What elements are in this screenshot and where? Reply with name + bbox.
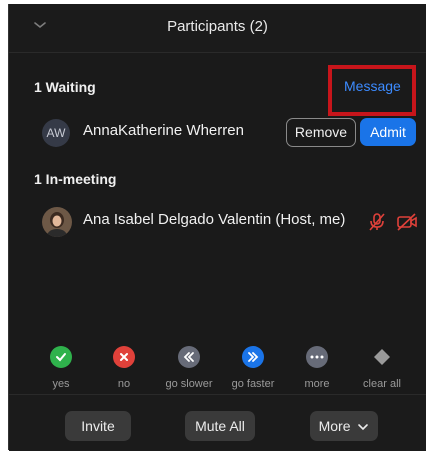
more-button[interactable]: More (310, 411, 378, 441)
participant-name: Ana Isabel Delgado Valentin (Host, me) (83, 211, 346, 228)
chevron-down-icon (358, 424, 369, 431)
panel-footer: Invite Mute All More (9, 394, 426, 451)
reaction-go-slower[interactable]: go slower (154, 346, 224, 390)
admit-button[interactable]: Admit (360, 118, 416, 146)
mute-all-button[interactable]: Mute All (185, 411, 255, 441)
participants-panel: Participants (2) 1 Waiting Message AW An… (8, 4, 426, 451)
panel-title: Participants (2) (167, 18, 268, 35)
ellipsis-icon (306, 346, 328, 368)
avatar: AW (42, 119, 70, 147)
reaction-clear-all[interactable]: clear all (347, 346, 417, 390)
more-button-label: More (318, 418, 351, 434)
video-off-icon[interactable] (396, 212, 418, 232)
reaction-label: no (117, 378, 131, 390)
reaction-label: go slower (165, 378, 213, 390)
invite-button[interactable]: Invite (65, 411, 131, 441)
waiting-section-label: 1 Waiting (34, 79, 96, 95)
avatar (42, 207, 72, 237)
reaction-more[interactable]: more (282, 346, 352, 390)
fast-forward-icon (242, 346, 264, 368)
reaction-yes[interactable]: yes (26, 346, 96, 390)
message-link[interactable]: Message (344, 78, 401, 94)
reaction-no[interactable]: no (89, 346, 159, 390)
eraser-icon (371, 346, 393, 368)
in-meeting-section-label: 1 In-meeting (34, 171, 117, 187)
muted-mic-icon[interactable] (366, 212, 388, 232)
check-icon (50, 346, 72, 368)
reaction-label: yes (52, 378, 70, 390)
remove-button[interactable]: Remove (286, 118, 356, 147)
reaction-label: go faster (231, 378, 275, 390)
reaction-label: more (304, 378, 330, 390)
participant-name: AnnaKatherine Wherren (83, 122, 244, 139)
panel-header: Participants (2) (9, 4, 426, 53)
reaction-go-faster[interactable]: go faster (218, 346, 288, 390)
reaction-label: clear all (363, 378, 401, 390)
rewind-icon (178, 346, 200, 368)
x-icon (113, 346, 135, 368)
